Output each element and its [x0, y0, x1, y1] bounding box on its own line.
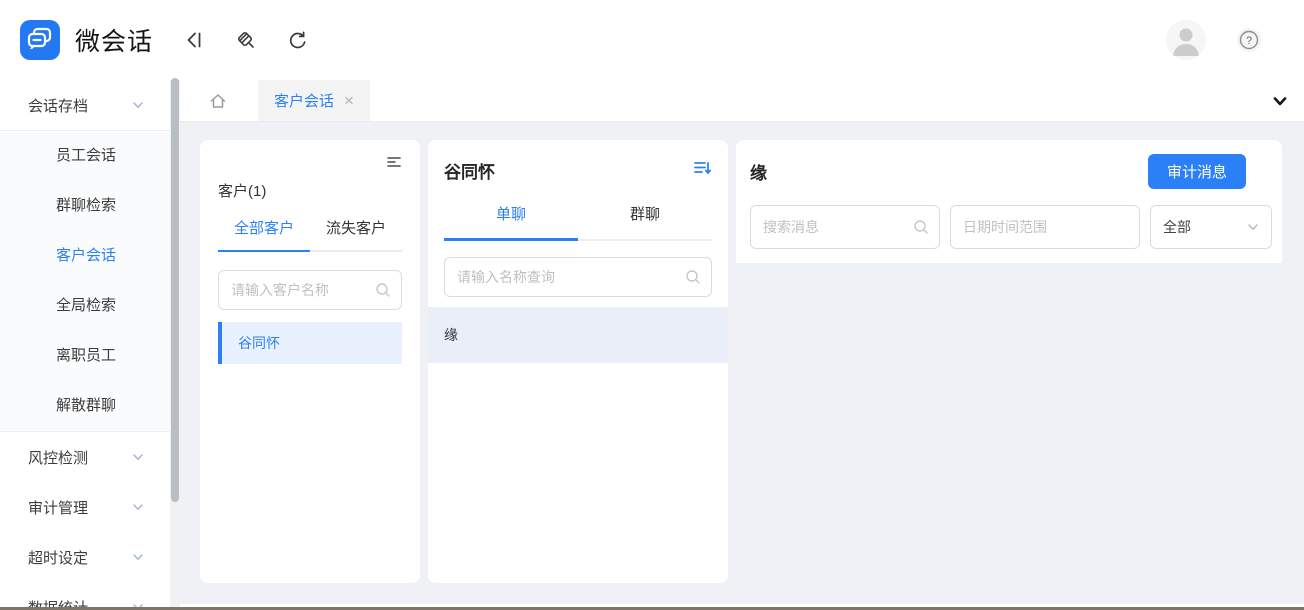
tab-overflow-button[interactable] [1256, 80, 1304, 121]
sessions-panel: 谷同怀 [428, 140, 728, 583]
sidebar-item-employee-sessions[interactable]: 员工会话 [0, 131, 170, 181]
avatar[interactable] [1166, 20, 1206, 60]
tab-label: 客户会话 [274, 90, 334, 111]
message-search [750, 205, 940, 249]
session-search [444, 257, 712, 297]
messages-panel-title: 缘 [750, 159, 767, 184]
sidebar-group-label: 会话存档 [28, 95, 88, 116]
content-column: 客户会话 × [180, 80, 1304, 610]
search-icon [374, 281, 392, 304]
tab-customer-sessions[interactable]: 客户会话 × [258, 80, 370, 121]
sidebar-item-global-search[interactable]: 全局检索 [0, 281, 170, 331]
customers-panel-title: 客户(1) [218, 180, 402, 201]
tab-group-chat[interactable]: 群聊 [578, 203, 712, 239]
sidebar-group-audit-management[interactable]: 审计管理 [0, 482, 170, 532]
session-list-item[interactable]: 缘 [428, 307, 728, 363]
message-type-select[interactable]: 全部 [1150, 205, 1272, 249]
message-filters: 全部 [750, 205, 1272, 263]
session-type-tabs: 单聊 群聊 [444, 203, 712, 241]
chevron-down-icon [132, 551, 144, 563]
chevron-down-icon [132, 501, 144, 513]
chevron-down-icon [132, 451, 144, 463]
clear-cache-icon[interactable] [233, 27, 259, 53]
date-range-picker [950, 205, 1140, 249]
tab-bar-spacer [370, 80, 1256, 121]
sidebar-item-customer-sessions[interactable]: 客户会话 [0, 231, 170, 281]
list-collapse-icon[interactable] [386, 154, 402, 172]
app-logo-icon [20, 20, 60, 60]
session-search-input[interactable] [444, 257, 712, 297]
sidebar-group-risk-detection[interactable]: 风控检测 [0, 432, 170, 482]
chevron-down-icon [1271, 92, 1289, 110]
select-value: 全部 [1163, 217, 1191, 237]
sidebar-group-timeout-settings[interactable]: 超时设定 [0, 532, 170, 582]
customer-list-item[interactable]: 谷同怀 [218, 322, 402, 364]
sidebar: 会话存档 员工会话 群聊检索 客户会话 全局检索 离职员工 解散群聊 风控检测 … [0, 80, 170, 610]
app-header: 微会话 [0, 0, 1304, 80]
search-icon [684, 268, 702, 291]
search-icon [912, 218, 930, 241]
app-window: 微会话 [0, 0, 1304, 610]
message-list-area [736, 263, 1282, 583]
chevron-down-icon [1247, 221, 1259, 233]
page-scrollbar[interactable] [170, 80, 180, 610]
sidebar-item-disbanded-groups[interactable]: 解散群聊 [0, 381, 170, 431]
close-icon[interactable]: × [344, 92, 354, 109]
refresh-icon[interactable] [285, 27, 311, 53]
app-title: 微会话 [75, 22, 153, 58]
home-icon [208, 91, 228, 111]
sidebar-group-session-archive[interactable]: 会话存档 [0, 80, 170, 130]
tab-lost-customers[interactable]: 流失客户 [310, 217, 402, 250]
main-row: 会话存档 员工会话 群聊检索 客户会话 全局检索 离职员工 解散群聊 风控检测 … [0, 80, 1304, 610]
customer-filter-tabs: 全部客户 流失客户 [218, 217, 402, 252]
sidebar-group-data-statistics[interactable]: 数据统计 [0, 582, 170, 610]
sidebar-item-departed-employees[interactable]: 离职员工 [0, 331, 170, 381]
sidebar-submenu: 员工会话 群聊检索 客户会话 全局检索 离职员工 解散群聊 [0, 130, 170, 432]
collapse-sidebar-icon[interactable] [181, 27, 207, 53]
customer-search [218, 270, 402, 310]
svg-text:?: ? [1246, 35, 1252, 47]
sessions-panel-title: 谷同怀 [444, 158, 495, 183]
help-icon[interactable]: ? [1236, 27, 1262, 53]
date-range-input[interactable] [950, 205, 1140, 249]
chevron-down-icon [132, 99, 144, 111]
sidebar-group-label: 风控检测 [28, 447, 88, 468]
customers-panel: 客户(1) 全部客户 流失客户 谷同怀 [200, 140, 420, 583]
home-tab[interactable] [200, 80, 236, 121]
tab-bar: 客户会话 × [180, 80, 1304, 122]
sidebar-item-group-chat-search[interactable]: 群聊检索 [0, 181, 170, 231]
page-scrollbar-thumb[interactable] [171, 78, 179, 502]
sort-descending-icon[interactable] [692, 158, 712, 183]
audit-messages-button[interactable]: 审计消息 [1148, 154, 1246, 189]
messages-panel: 缘 审计消息 [736, 140, 1282, 583]
workspace: 客户(1) 全部客户 流失客户 谷同怀 [180, 122, 1304, 583]
sidebar-group-label: 超时设定 [28, 547, 88, 568]
sidebar-group-label: 审计管理 [28, 497, 88, 518]
tab-single-chat[interactable]: 单聊 [444, 203, 578, 241]
tab-all-customers[interactable]: 全部客户 [218, 217, 310, 252]
